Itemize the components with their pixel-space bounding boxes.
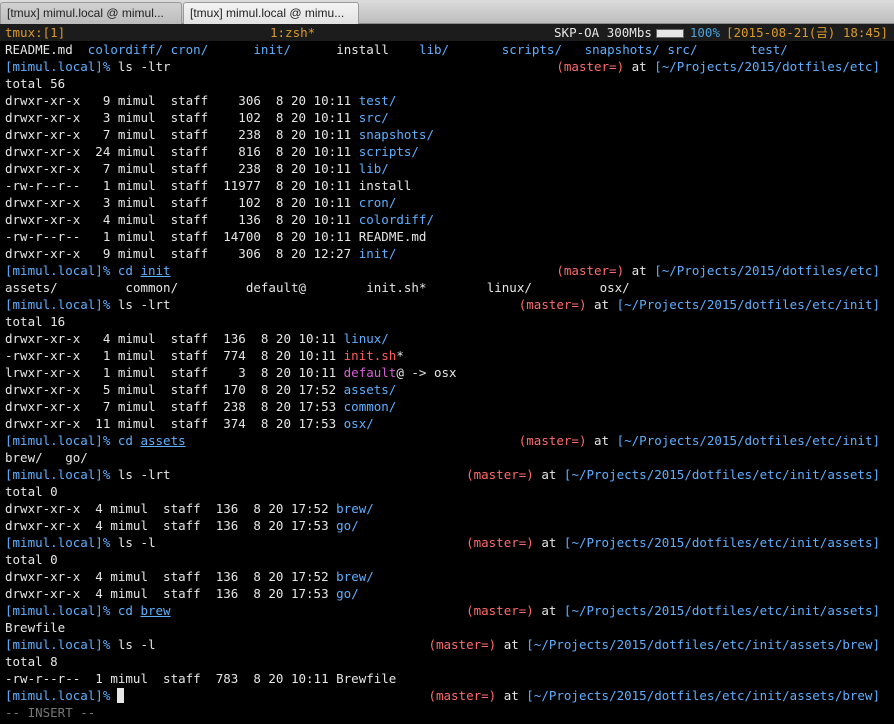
ls-entry: drwxr-xr-x 7 mimul staff 238 8 20 17:53 …	[5, 399, 397, 414]
output-line: total 8	[5, 654, 58, 669]
ls-entry: -rw-r--r-- 1 mimul staff 11977 8 20 10:1…	[5, 178, 412, 193]
output-line: total 0	[5, 552, 58, 567]
tab-bar: [tmux] mimul.local @ mimul... [tmux] mim…	[0, 0, 894, 24]
ls-entry: drwxr-xr-x 7 mimul staff 238 8 20 10:11 …	[5, 127, 434, 142]
prompt-line: [mimul.local]% ls -lrt (master=) at [~/Pr…	[5, 297, 880, 312]
ls-entry: drwxr-xr-x 11 mimul staff 374 8 20 17:53…	[5, 416, 374, 431]
output-line: Brewfile	[5, 620, 66, 635]
tmux-status-bar: tmux:[1] 1:zsh* SKP-OA 300Mbs 100% [2015-0…	[0, 24, 894, 41]
active-prompt-line[interactable]: [mimul.local]% (master=) at [~/Projects/2…	[0, 687, 894, 704]
battery-percent: 100%	[689, 25, 720, 40]
ls-entry: drwxr-xr-x 4 mimul staff 136 8 20 10:11 …	[5, 331, 389, 346]
ls-entry: drwxr-xr-x 4 mimul staff 136 8 20 17:53 …	[5, 586, 359, 601]
ls-entry: drwxr-xr-x 9 mimul staff 306 8 20 10:11 …	[5, 93, 397, 108]
ls-entry: -rw-r--r-- 1 mimul staff 783 8 20 10:11 …	[5, 671, 397, 686]
ls-entry: drwxr-xr-x 4 mimul staff 136 8 20 17:53 …	[5, 518, 359, 533]
terminal[interactable]: tmux:[1] 1:zsh* SKP-OA 300Mbs 100% [2015-0…	[0, 24, 894, 724]
output-line: total 16	[5, 314, 66, 329]
ls-entry: drwxr-xr-x 4 mimul staff 136 8 20 17:52 …	[5, 569, 374, 584]
prompt-line: [mimul.local]% ls -ltr (master=) at [~/Pr…	[5, 59, 880, 74]
vi-mode-indicator: -- INSERT --	[5, 705, 96, 720]
ls-entry: drwxr-xr-x 4 mimul staff 136 8 20 10:11 …	[5, 212, 434, 227]
text-cursor	[117, 688, 125, 703]
prompt-line: [mimul.local]% ls -l (master=) at [~/Proj…	[5, 535, 880, 550]
clock: [2015-08-21(금) 18:45]	[725, 25, 888, 40]
ls-entry: drwxr-xr-x 3 mimul staff 102 8 20 10:11 …	[5, 195, 397, 210]
output-line: README.md colordiff/ cron/ init/ install…	[5, 42, 788, 57]
tmux-session: tmux:[1]	[5, 25, 66, 40]
wifi-status: SKP-OA 300Mbs	[554, 25, 652, 40]
prompt-line: [mimul.local]% cd assets (master=) at [~/…	[5, 433, 880, 448]
ls-entry: drwxr-xr-x 24 mimul staff 816 8 20 10:11…	[5, 144, 419, 159]
status-right: SKP-OA 300Mbs 100% [2015-08-21(금) 18:45]	[554, 24, 888, 41]
output-line: assets/ common/ default@ init.sh* linux/…	[5, 280, 630, 295]
ls-entry: -rw-r--r-- 1 mimul staff 14700 8 20 10:1…	[5, 229, 427, 244]
ls-entry: drwxr-xr-x 9 mimul staff 306 8 20 12:27 …	[5, 246, 397, 261]
battery-bar	[655, 29, 684, 38]
ls-entry: drwxr-xr-x 4 mimul staff 136 8 20 17:52 …	[5, 501, 374, 516]
ls-entry: -rwxr-xr-x 1 mimul staff 774 8 20 10:11 …	[5, 348, 404, 363]
ls-entry: drwxr-xr-x 7 mimul staff 238 8 20 10:11 …	[5, 161, 389, 176]
prompt-line: [mimul.local]% cd brew (master=) at [~/Pr…	[5, 603, 880, 618]
tab-tmux-2[interactable]: [tmux] mimul.local @ mimu...	[183, 2, 359, 24]
prompt-line: [mimul.local]% ls -lrt (master=) at [~/Pr…	[5, 467, 880, 482]
ls-entry: lrwxr-xr-x 1 mimul staff 3 8 20 10:11 de…	[5, 365, 457, 380]
output-line: total 56	[5, 76, 66, 91]
prompt-line: [mimul.local]% cd init (master=) at [~/Pr…	[5, 263, 880, 278]
prompt-user: [mimul.local]%	[5, 59, 111, 74]
ls-entry: drwxr-xr-x 3 mimul staff 102 8 20 10:11 …	[5, 110, 389, 125]
output-line: total 0	[5, 484, 58, 499]
output-line: brew/ go/	[5, 450, 88, 465]
tmux-window[interactable]: 1:zsh*	[270, 24, 315, 41]
prompt-line: [mimul.local]% ls -l (master=) at [~/Proj…	[5, 637, 880, 652]
tab-tmux-1[interactable]: [tmux] mimul.local @ mimul...	[0, 2, 182, 24]
ls-entry: drwxr-xr-x 5 mimul staff 170 8 20 17:52 …	[5, 382, 397, 397]
